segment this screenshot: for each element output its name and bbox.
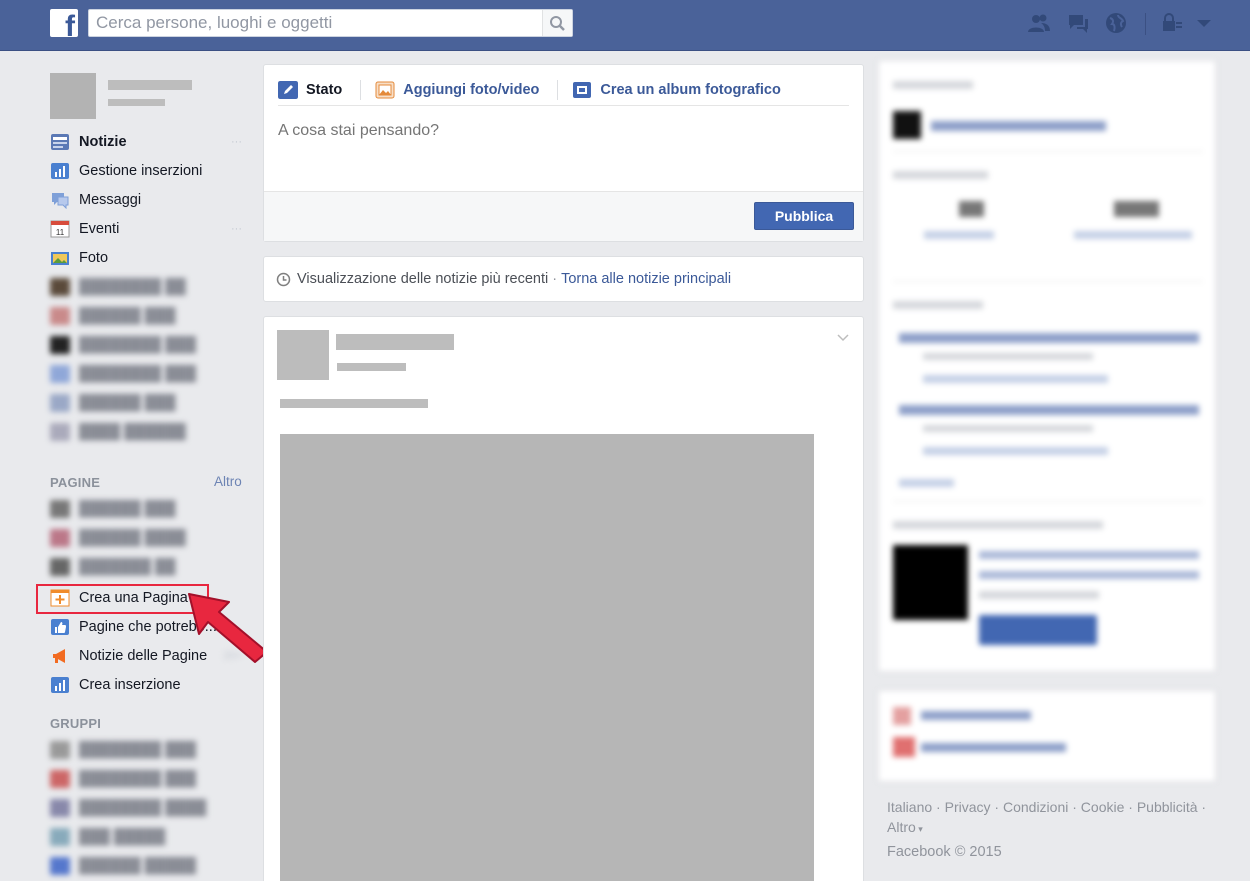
- sidebar-item-eventi[interactable]: 11 Eventi ···: [50, 216, 250, 242]
- post-author-placeholder[interactable]: [336, 334, 454, 350]
- tab-crea-album[interactable]: Crea un album fotografico: [572, 81, 781, 99]
- sidebar-group[interactable]: ██████ █████: [50, 853, 250, 879]
- sidebar-item-messaggi[interactable]: Messaggi: [50, 187, 250, 213]
- search-box: [88, 9, 573, 37]
- sidebar-item-label: Notizie: [79, 134, 127, 150]
- sidebar-shortcut[interactable]: ██████ ███: [50, 303, 250, 329]
- footer-link-privacy[interactable]: Privacy: [945, 799, 991, 815]
- photo-icon: [375, 81, 395, 99]
- sidebar-group[interactable]: ████████ ███: [50, 766, 250, 792]
- like-icon: [51, 619, 69, 635]
- privacy-lock-icon[interactable]: [1160, 12, 1184, 34]
- groups-section-title: GRUPPI: [50, 716, 102, 731]
- search-button[interactable]: [542, 10, 572, 36]
- sidebar-page[interactable]: ███████ ██: [50, 554, 250, 580]
- sidebar-group[interactable]: ███ █████: [50, 824, 250, 850]
- chevron-down-icon[interactable]: [836, 333, 850, 343]
- top-bar: f: [0, 0, 1250, 51]
- sidebar-item-crea-inserzione[interactable]: Crea inserzione: [50, 672, 250, 698]
- messages-icon: [52, 193, 69, 209]
- top-stories-link[interactable]: Torna alle notizie principali: [561, 271, 731, 287]
- search-icon: [550, 16, 565, 31]
- sidebar-group[interactable]: ████████ ████: [50, 795, 250, 821]
- sidebar-item-notizie[interactable]: Notizie ···: [50, 129, 250, 155]
- calendar-icon: 11: [50, 220, 70, 238]
- news-feed-icon: [51, 134, 69, 150]
- sidebar-item-label: Crea inserzione: [79, 677, 181, 693]
- post-avatar[interactable]: [277, 330, 329, 380]
- post-image-placeholder[interactable]: [280, 434, 814, 881]
- sidebar-page[interactable]: ██████ ████: [50, 525, 250, 551]
- pages-more-link[interactable]: Altro: [214, 474, 242, 489]
- pages-section-title: PAGINE: [50, 475, 101, 490]
- pointer-arrow-icon: [188, 593, 268, 663]
- pages-panel: [878, 60, 1216, 672]
- sidebar-item-label: Messaggi: [79, 192, 142, 208]
- footer-links: Italiano · Privacy · Condizioni · Cookie…: [887, 799, 1207, 815]
- footer-link-terms[interactable]: Condizioni: [1003, 799, 1068, 815]
- sidebar-item-gestione-inserzioni[interactable]: Gestione inserzioni: [50, 158, 250, 184]
- photos-icon: [51, 252, 69, 265]
- status-composer: Stato Aggiungi foto/video Crea un album …: [263, 64, 864, 242]
- svg-text:11: 11: [56, 228, 65, 237]
- footer-more[interactable]: Altro ▾: [887, 819, 923, 835]
- footer-link-language[interactable]: Italiano: [887, 799, 932, 815]
- facebook-logo[interactable]: f: [50, 9, 78, 37]
- sidebar-shortcut[interactable]: ████████ ███: [50, 361, 250, 387]
- clock-icon: [276, 272, 291, 286]
- events-panel: [878, 690, 1216, 782]
- footer-link-advertising[interactable]: Pubblicità: [1137, 799, 1198, 815]
- sidebar-shortcut[interactable]: ████████ ███: [50, 332, 250, 358]
- sidebar-item-label: Eventi: [79, 221, 120, 237]
- avatar[interactable]: [50, 73, 96, 119]
- sidebar-shortcut[interactable]: ████ ██████: [50, 419, 250, 445]
- feed-sort-text: Visualizzazione delle notizie più recent…: [297, 271, 549, 287]
- profile-name-placeholder: [108, 80, 192, 90]
- feed-sort-bar: Visualizzazione delle notizie più recent…: [263, 256, 864, 302]
- sidebar-item-label: Gestione inserzioni: [79, 163, 203, 179]
- sidebar-group[interactable]: ████████ ███: [50, 737, 250, 763]
- ads-manager-icon: [51, 677, 69, 693]
- globe-icon[interactable]: [1104, 12, 1128, 34]
- sidebar-shortcut[interactable]: ████████ ██: [50, 274, 250, 300]
- friends-icon[interactable]: [1027, 12, 1051, 34]
- post-time-placeholder: [337, 363, 406, 371]
- sidebar-item-foto[interactable]: Foto: [50, 245, 250, 271]
- sidebar-item-label: Foto: [79, 250, 109, 266]
- publish-button[interactable]: Pubblica: [754, 202, 854, 230]
- tab-stato[interactable]: Stato: [278, 81, 342, 99]
- tab-aggiungi-foto[interactable]: Aggiungi foto/video: [375, 81, 539, 99]
- messages-icon[interactable]: [1066, 12, 1090, 34]
- sidebar-shortcut[interactable]: ██████ ███: [50, 390, 250, 416]
- composer-tabs: Stato Aggiungi foto/video Crea un album …: [278, 75, 799, 105]
- pencil-icon: [278, 81, 298, 99]
- profile-edit-placeholder: [108, 99, 165, 106]
- composer-footer: Pubblica: [264, 191, 863, 241]
- chevron-down-icon[interactable]: [1195, 12, 1213, 34]
- post-text-placeholder: [280, 399, 428, 408]
- album-icon: [573, 82, 592, 98]
- sidebar-page[interactable]: ██████ ███: [50, 496, 250, 522]
- footer-link-cookies[interactable]: Cookie: [1081, 799, 1125, 815]
- search-input[interactable]: [89, 10, 539, 36]
- megaphone-icon: [53, 649, 65, 663]
- footer-copyright: Facebook © 2015: [887, 844, 1002, 860]
- status-input[interactable]: [278, 122, 838, 140]
- ads-manager-icon: [51, 163, 69, 179]
- feed-post: [263, 316, 864, 881]
